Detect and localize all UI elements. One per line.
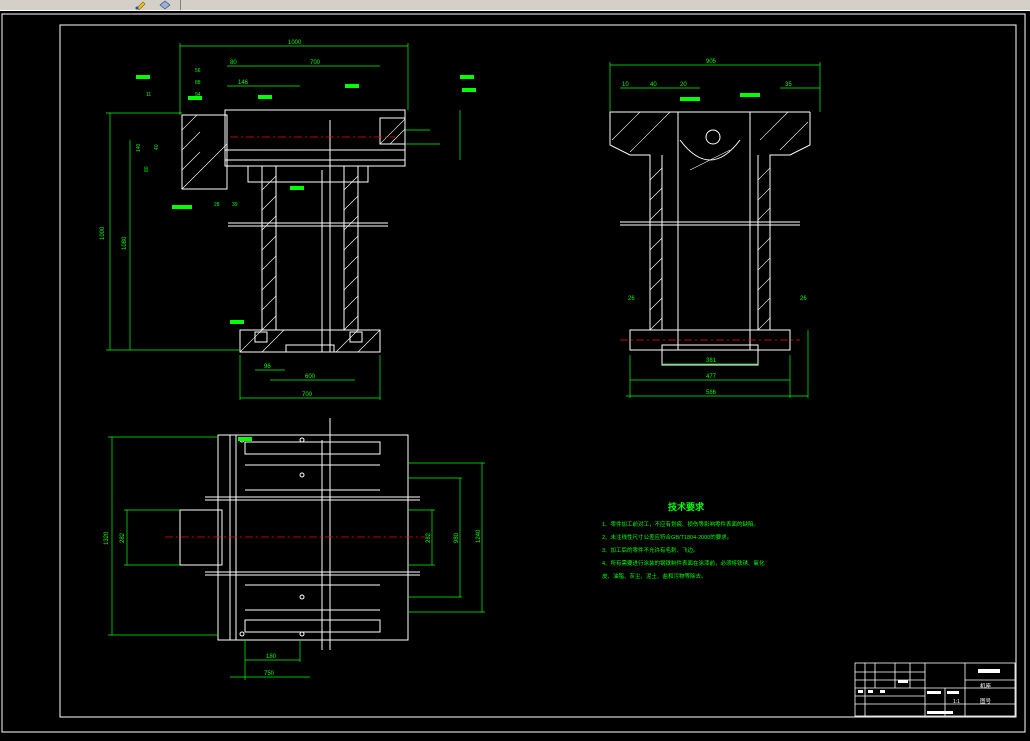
drawing-canvas[interactable]: 1000 80 700 146 1000 1080 700 600 96 11 … xyxy=(0,11,1030,736)
front-leader-tags xyxy=(136,75,476,324)
dim-left-1000: 1000 xyxy=(100,226,106,240)
dim-top-146: 146 xyxy=(238,80,249,86)
plan-dimensions xyxy=(108,436,485,680)
dim-plan-980: 980 xyxy=(454,532,460,543)
dim-plan-282-right: 282 xyxy=(426,532,432,543)
pencil-icon[interactable] xyxy=(134,0,148,10)
dim-small-8: 28 xyxy=(214,202,220,208)
application-toolbar xyxy=(0,0,1030,11)
front-dim-labels: 1000 80 700 146 1000 1080 700 600 96 xyxy=(100,40,321,398)
dim-side-586: 586 xyxy=(706,390,717,396)
technical-notes: 技术要求 1、零件加工前对工，不应有划痕、损伤等影响零件表面的缺陷。 2、未注线… xyxy=(602,501,765,580)
dim-side-35: 35 xyxy=(785,82,792,88)
notes-title: 技术要求 xyxy=(668,501,705,512)
dim-top-overall: 1000 xyxy=(288,40,302,46)
dim-plan-180: 180 xyxy=(266,654,277,660)
dim-plan-1240: 1240 xyxy=(476,529,482,543)
dim-small-3: 88 xyxy=(195,80,201,86)
front-hatching xyxy=(181,114,406,353)
dim-plan-282-left: 282 xyxy=(120,532,126,543)
dim-plan-1320: 1320 xyxy=(104,531,110,545)
dim-side-26-left: 26 xyxy=(628,296,635,302)
plan-view xyxy=(179,418,420,650)
title-name-cell: 机座 xyxy=(980,682,992,690)
dim-side-10: 10 xyxy=(622,82,629,88)
dim-left-1080: 1080 xyxy=(122,236,128,250)
note-line-4: 4、所有需要进行涂装的钢铁制件表面在涂漆前，必须将铁锈、氧化 xyxy=(602,559,765,567)
dim-side-26-right: 26 xyxy=(800,296,807,302)
dim-front-base-bottom: 700 xyxy=(302,392,313,398)
front-small-dims: 11 56 88 94 140 80 40 28 39 xyxy=(136,68,238,208)
side-hatching xyxy=(611,111,809,331)
dim-small-6: 80 xyxy=(144,166,150,172)
plan-leader-tags xyxy=(238,437,252,441)
side-leader-tags xyxy=(680,93,760,101)
title-code-cell: 图号 xyxy=(980,697,992,705)
title-block-marks xyxy=(858,669,1000,714)
dim-front-base-96: 96 xyxy=(264,364,271,370)
note-line-1: 1、零件加工前对工，不应有划痕、损伤等影响零件表面的缺陷。 xyxy=(602,520,759,528)
layer-icon[interactable] xyxy=(158,0,172,10)
note-line-5: 皮、油脂、灰尘、泥土、盐和污物等除去。 xyxy=(602,572,707,580)
front-dimensions xyxy=(106,43,461,400)
dim-front-base-600: 600 xyxy=(305,374,316,380)
sheet-outer-border xyxy=(1,13,1026,733)
front-view xyxy=(181,109,406,353)
dim-small-1: 11 xyxy=(146,92,151,98)
dim-top-700: 700 xyxy=(310,60,321,66)
dim-small-5: 140 xyxy=(136,143,142,152)
dim-plan-750: 750 xyxy=(264,671,275,677)
plan-dim-labels: 1320 282 282 980 1240 180 750 xyxy=(104,529,482,677)
dim-small-9: 39 xyxy=(232,202,238,208)
dim-side-40: 40 xyxy=(650,82,657,88)
dim-side-20: 20 xyxy=(680,82,687,88)
note-line-3: 3、加工后的零件不允许有毛刺、飞边。 xyxy=(602,546,699,554)
dim-small-7: 40 xyxy=(154,144,160,150)
dim-small-2: 56 xyxy=(195,68,201,74)
cad-drawing: 1000 80 700 146 1000 1080 700 600 96 11 … xyxy=(1,13,1026,733)
dim-side-overall: 905 xyxy=(706,59,717,65)
title-scale-cell: 1:1 xyxy=(953,699,960,705)
sheet-inner-border xyxy=(59,24,1017,718)
toolbar-separator xyxy=(180,0,181,10)
dim-top-80: 80 xyxy=(230,60,237,66)
dim-side-477: 477 xyxy=(706,374,717,380)
note-line-2: 2、未注线性尺寸公差应符合GB/T1804-2000的要求。 xyxy=(602,533,732,541)
dim-side-381: 381 xyxy=(706,358,717,364)
